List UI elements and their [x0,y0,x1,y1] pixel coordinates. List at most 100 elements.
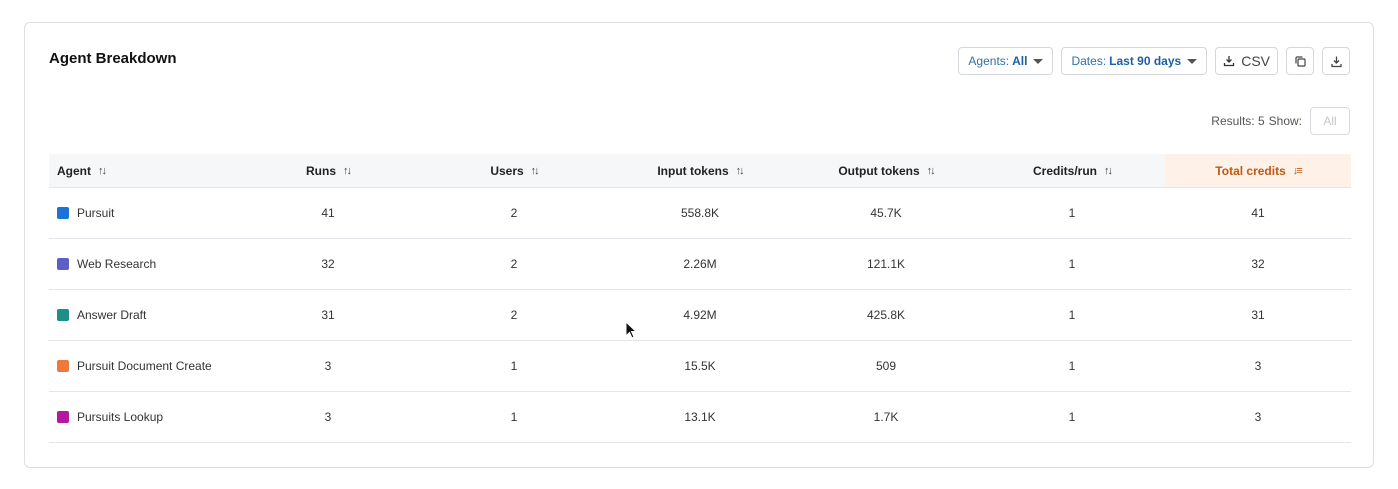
sort-icon: ↑↓ [98,164,107,177]
runs-cell-text: 3 [324,359,332,373]
table-row[interactable]: Pursuits Lookup 3 1 13.1K 1.7K 1 3 [49,392,1351,443]
copy-button[interactable] [1286,47,1314,75]
agent-color-swatch [57,411,69,423]
runs-cell: 32 [235,239,421,289]
download-icon [1330,56,1342,67]
table-row[interactable]: Answer Draft 31 2 4.92M 425.8K 1 31 [49,290,1351,341]
input-tokens-cell-text: 558.8K [680,206,720,220]
input-tokens-cell-text: 15.5K [684,359,716,373]
users-cell-text: 1 [510,410,518,424]
show-label: Show: [1268,114,1302,128]
input-tokens-cell-text: 4.92M [683,308,717,322]
sort-icon: ↑↓ [530,164,540,177]
runs-cell-text: 31 [321,308,335,322]
caret-down-icon [1033,58,1044,64]
users-cell-text: 1 [510,359,518,373]
total-credits-cell-text: 31 [1251,308,1265,322]
column-header-users[interactable]: Users ↑↓ [421,154,607,187]
download-icon [1224,56,1235,67]
runs-cell: 41 [235,188,421,238]
output-tokens-cell-text: 1.7K [873,410,899,424]
agent-color-swatch [57,360,69,372]
table-row[interactable]: Web Research 32 2 2.26M 121.1K 1 32 [49,239,1351,290]
output-tokens-cell-text: 509 [875,359,897,373]
credits-per-run-cell: 1 [979,290,1165,340]
caret-down-icon [1187,58,1198,64]
column-header-runs[interactable]: Runs ↑↓ [235,154,421,187]
table-header: Agent ↑↓ Runs ↑↓ Users ↑↓ Input tokens ↑↓ Ou… [49,154,1351,188]
input-tokens-cell: 15.5K [607,341,793,391]
output-tokens-cell: 121.1K [793,239,979,289]
show-count-input[interactable]: All [1310,107,1350,135]
agent-color-swatch [57,258,69,270]
users-cell: 1 [421,341,607,391]
credits-per-run-cell-text: 1 [1068,257,1076,271]
results-count: Results: 5 [1211,114,1265,128]
toolbar: Agents: All Dates: Last 90 days CSV [958,47,1350,75]
credits-per-run-cell-text: 1 [1068,308,1076,322]
input-tokens-cell: 2.26M [607,239,793,289]
mouse-cursor-icon [625,321,637,339]
dates-filter-dropdown[interactable]: Dates: Last 90 days [1061,47,1208,75]
output-tokens-cell: 1.7K [793,392,979,442]
credits-per-run-cell-text: 1 [1068,206,1076,220]
users-cell: 2 [421,239,607,289]
table-row[interactable]: Pursuit 41 2 558.8K 45.7K 1 41 [49,188,1351,239]
agent-name-cell-text: Pursuit Document Create [77,359,212,373]
sort-icon: ↑↓ [1104,164,1113,177]
output-tokens-cell: 425.8K [793,290,979,340]
total-credits-cell-text: 3 [1254,359,1262,373]
sort-icon: ↑↓ [343,164,352,177]
input-tokens-cell-text: 2.26M [683,257,717,271]
agent-name-cell-text: Pursuits Lookup [77,410,164,424]
credits-per-run-cell: 1 [979,392,1165,442]
agents-filter-dropdown[interactable]: Agents: All [958,47,1054,75]
dates-filter-label: Dates: [1071,54,1107,68]
column-header-output-tokens[interactable]: Output tokens ↑↓ [793,154,979,187]
sort-icon: ↑↓ [926,164,936,177]
credits-per-run-cell-text: 1 [1068,359,1076,373]
output-tokens-cell-text: 121.1K [866,257,906,271]
runs-cell-text: 41 [321,206,335,220]
output-tokens-cell: 509 [793,341,979,391]
agent-name-cell-text: Pursuit [77,206,115,220]
credits-per-run-cell: 1 [979,188,1165,238]
agent-name-cell-text: Web Research [77,257,157,271]
agent-color-swatch [57,207,69,219]
users-cell: 2 [421,290,607,340]
column-header-agent[interactable]: Agent ↑↓ [49,154,235,187]
table-row[interactable]: Pursuit Document Create 3 1 15.5K 509 1 3 [49,341,1351,392]
csv-label: CSV [1241,53,1270,69]
agent-breakdown-panel: Agent Breakdown Agents: All Dates: Last … [24,22,1374,468]
runs-cell: 3 [235,392,421,442]
copy-icon [1294,55,1306,67]
runs-cell-text: 3 [324,410,332,424]
column-header-credits-per-run[interactable]: Credits/run ↑↓ [979,154,1165,187]
agents-filter-label: Agents: [968,54,1010,68]
total-credits-cell-text: 32 [1251,257,1265,271]
runs-cell: 31 [235,290,421,340]
download-button[interactable] [1322,47,1350,75]
output-tokens-cell: 45.7K [793,188,979,238]
users-cell: 1 [421,392,607,442]
users-cell-text: 2 [510,206,518,220]
runs-cell: 3 [235,341,421,391]
agent-table: Agent ↑↓ Runs ↑↓ Users ↑↓ Input tokens ↑↓ Ou… [49,154,1351,443]
total-credits-cell: 31 [1165,290,1351,340]
column-header-total-credits[interactable]: Total credits ↓≡ [1165,154,1351,187]
runs-cell-text: 32 [321,257,335,271]
agent-name-cell: Pursuit [49,188,235,238]
results-summary: Results: 5 Show: All [1211,107,1350,135]
total-credits-cell: 3 [1165,341,1351,391]
total-credits-cell-text: 3 [1254,410,1262,424]
column-header-input-tokens[interactable]: Input tokens ↑↓ [607,154,793,187]
output-tokens-cell-text: 45.7K [870,206,902,220]
input-tokens-cell: 558.8K [607,188,793,238]
agent-name-cell: Answer Draft [49,290,235,340]
export-csv-button[interactable]: CSV [1215,47,1278,75]
credits-per-run-cell-text: 1 [1068,410,1076,424]
output-tokens-cell-text: 425.8K [866,308,906,322]
agents-filter-value: All [1012,54,1028,68]
total-credits-cell: 32 [1165,239,1351,289]
panel-title: Agent Breakdown [49,50,177,67]
